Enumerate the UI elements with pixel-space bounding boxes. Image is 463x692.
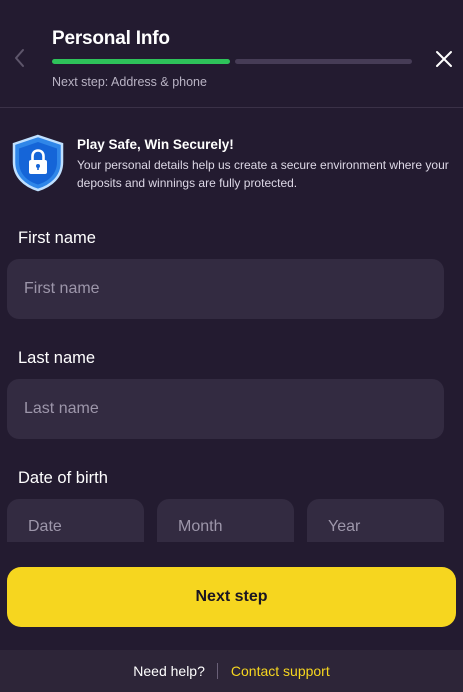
dob-date-select[interactable]: Date [7, 499, 144, 542]
first-name-label: First name [18, 229, 96, 247]
last-name-label: Last name [18, 349, 96, 367]
safety-description: Your personal details help us create a s… [77, 158, 449, 190]
progress-segment-pending [234, 59, 412, 64]
contact-support-link[interactable]: Contact support [231, 663, 330, 679]
dob-month-placeholder: Month [178, 518, 223, 535]
next-step-hint: Next step: Address & phone [52, 75, 207, 89]
close-button[interactable] [432, 47, 456, 71]
dob-year-placeholder: Year [328, 518, 361, 535]
progress-bar [52, 59, 412, 64]
modal-header: Personal Info Next step: Address & phone [0, 0, 463, 108]
dob-date-placeholder: Date [28, 518, 62, 535]
dob-year-select[interactable]: Year [307, 499, 444, 542]
last-name-input[interactable] [7, 379, 444, 439]
shield-lock-icon [12, 134, 64, 192]
dob-month-select[interactable]: Month [157, 499, 294, 542]
progress-segment-completed [52, 59, 230, 64]
dob-fields: Date Month Year [7, 499, 444, 542]
help-text: Need help? [133, 663, 205, 679]
divider [216, 663, 218, 679]
close-icon [436, 51, 452, 67]
dob-label: Date of birth [18, 469, 108, 487]
help-bar: Need help? Contact support [0, 650, 463, 692]
first-name-input[interactable] [7, 259, 444, 319]
next-step-button[interactable]: Next step [7, 567, 456, 627]
back-button[interactable] [8, 46, 32, 70]
chevron-left-icon [15, 49, 24, 67]
safety-title: Play Safe, Win Securely! [77, 137, 234, 152]
page-title: Personal Info [52, 28, 170, 49]
